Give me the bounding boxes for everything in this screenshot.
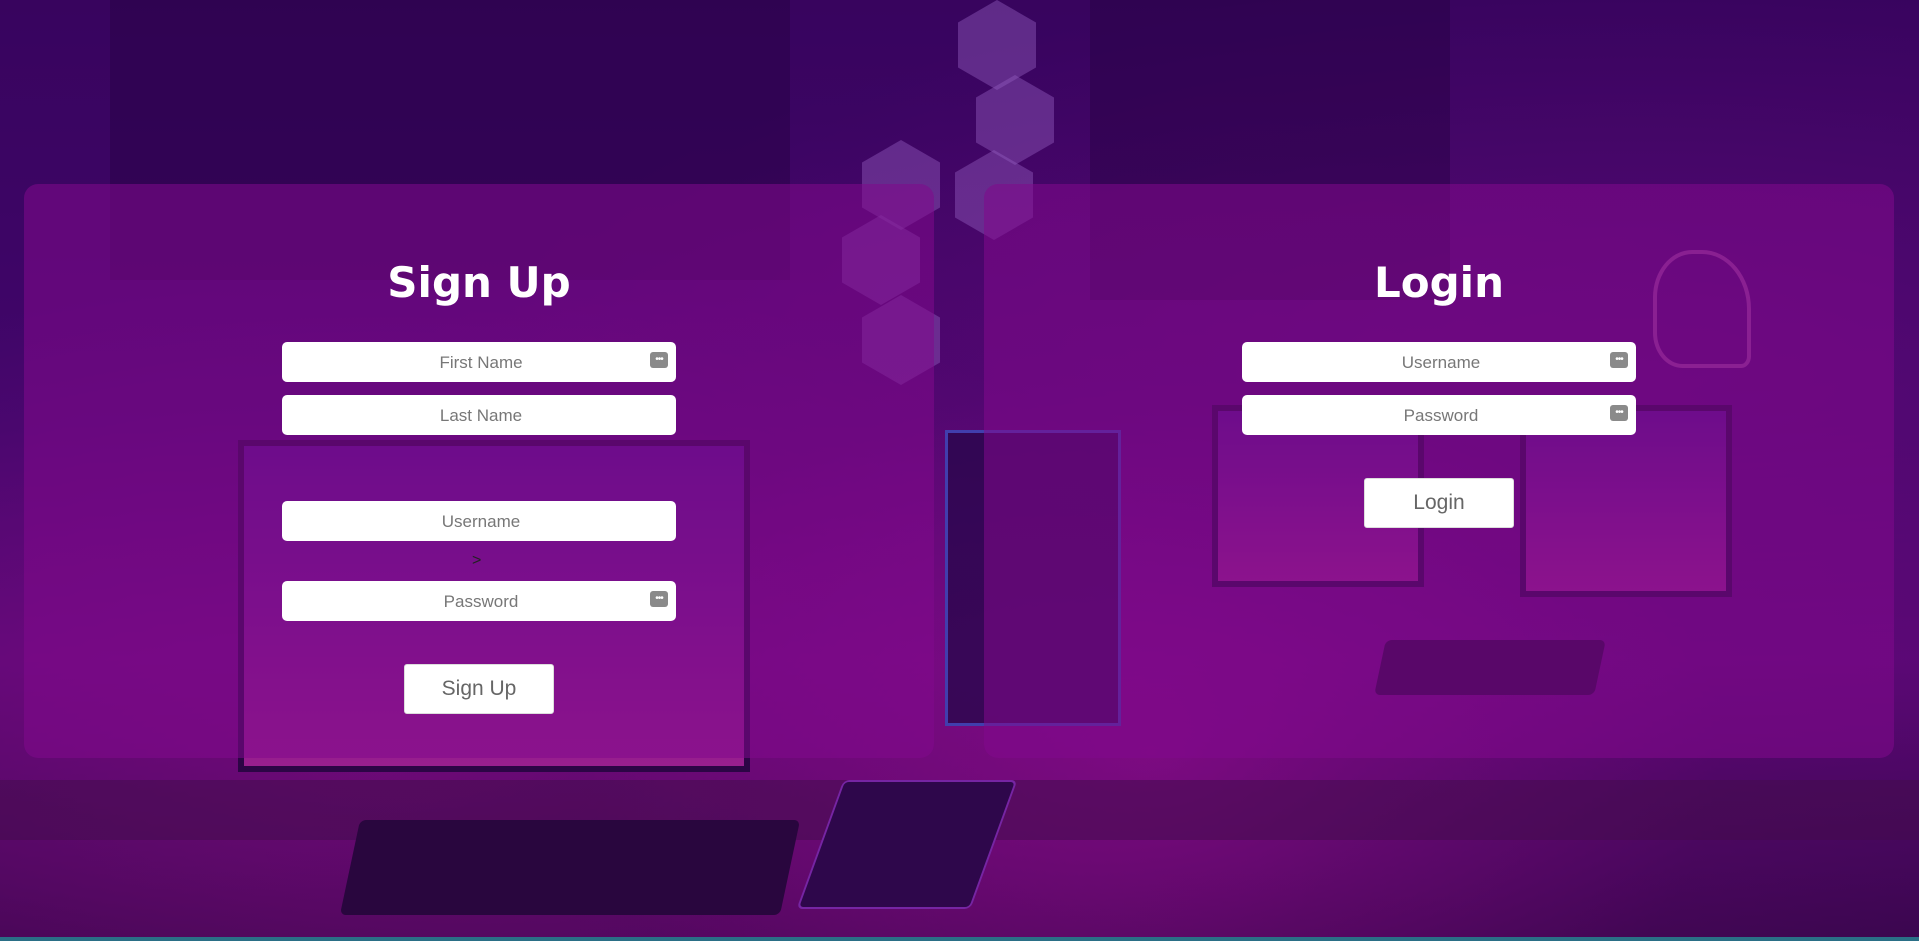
- signup-button[interactable]: Sign Up: [404, 664, 554, 714]
- signup-panel: Sign Up ••• > ••• Sign Up: [24, 184, 934, 758]
- password-manager-icon[interactable]: •••: [1610, 352, 1628, 368]
- login-panel: Login ••• ••• Login: [984, 184, 1894, 758]
- login-password-input[interactable]: [1242, 395, 1640, 437]
- last-name-input[interactable]: [282, 395, 680, 437]
- password-manager-icon[interactable]: •••: [650, 591, 668, 607]
- arrow-text: >: [472, 552, 482, 569]
- first-name-input[interactable]: [282, 342, 680, 384]
- login-username-input[interactable]: [1242, 342, 1640, 384]
- login-button[interactable]: Login: [1364, 478, 1514, 528]
- signup-title: Sign Up: [387, 258, 571, 307]
- signup-password-field[interactable]: •••: [282, 581, 680, 623]
- password-manager-icon[interactable]: •••: [1610, 405, 1628, 421]
- login-password-field[interactable]: •••: [1242, 395, 1640, 437]
- signup-username-field[interactable]: [282, 501, 680, 543]
- bottom-bar: [0, 937, 1919, 941]
- signup-username-input[interactable]: [282, 501, 680, 543]
- password-manager-icon[interactable]: •••: [650, 352, 668, 368]
- login-title: Login: [1374, 258, 1504, 307]
- first-name-field[interactable]: •••: [282, 342, 680, 384]
- signup-password-input[interactable]: [282, 581, 680, 623]
- login-username-field[interactable]: •••: [1242, 342, 1640, 384]
- last-name-field[interactable]: [282, 395, 680, 437]
